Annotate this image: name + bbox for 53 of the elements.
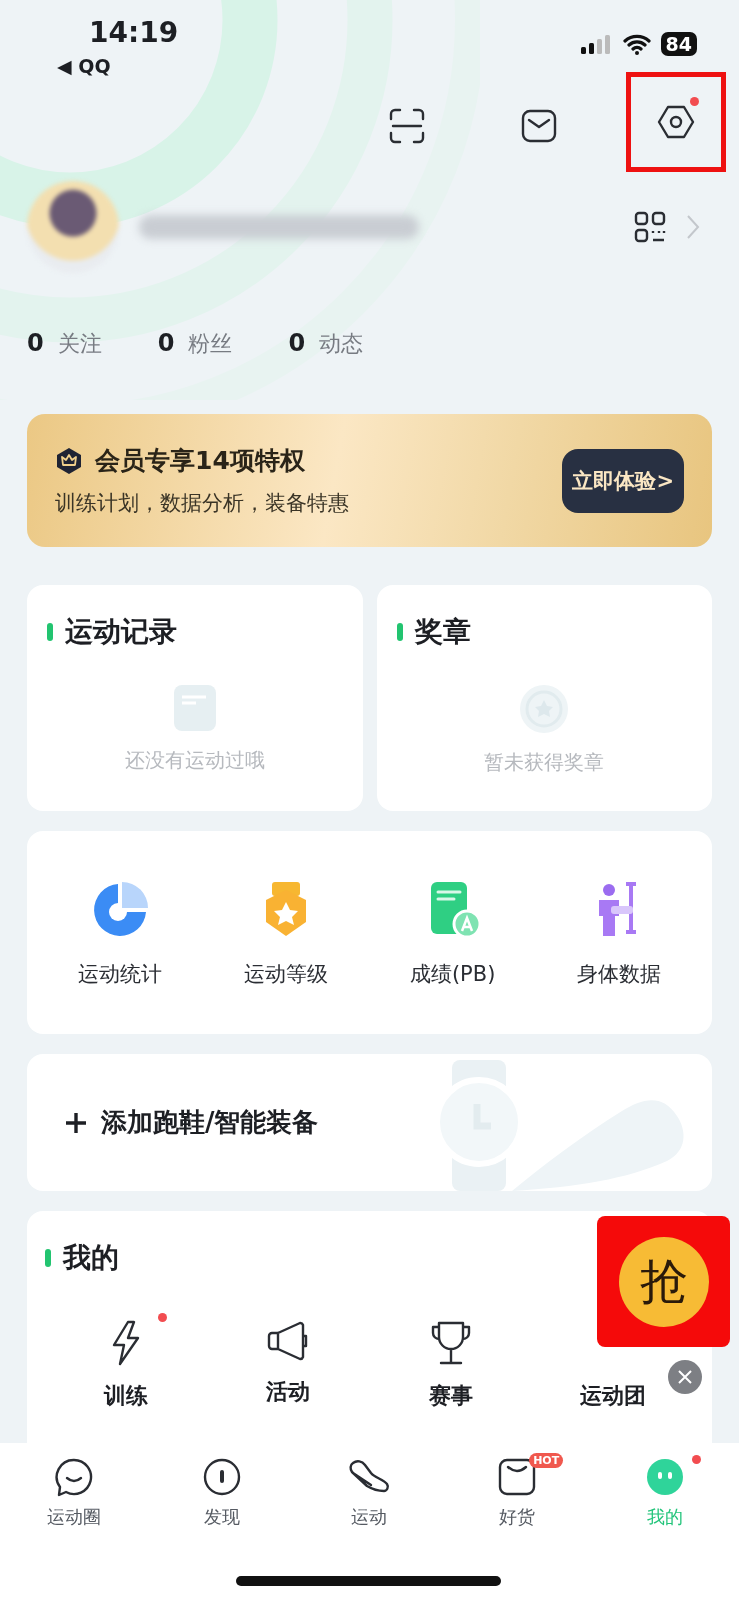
banner-subtitle: 训练计划，数据分析，装备特惠 bbox=[55, 490, 350, 517]
try-now-button[interactable]: 立即体验> bbox=[562, 448, 684, 513]
tool-shortcut[interactable]: 成绩(PB) bbox=[369, 877, 536, 988]
tool-shortcut[interactable]: 身体数据 bbox=[535, 877, 702, 988]
add-device-card[interactable]: 添加跑鞋/智能装备 bbox=[27, 1054, 712, 1191]
battery-level: 84 bbox=[660, 32, 697, 56]
accent-bar bbox=[45, 1249, 51, 1267]
accent-bar bbox=[47, 623, 53, 641]
close-icon bbox=[678, 1370, 692, 1384]
empty-state-text: 暂未获得奖章 bbox=[484, 749, 605, 776]
stat-count[interactable]: 0 bbox=[288, 329, 306, 357]
membership-banner[interactable]: 会员专享14项特权 训练计划，数据分析，装备特惠 立即体验> bbox=[27, 414, 712, 547]
stat-label[interactable]: 动态 bbox=[319, 329, 364, 359]
hot-tag: HOT bbox=[529, 1453, 564, 1468]
stat-count[interactable]: 0 bbox=[157, 329, 175, 357]
wifi-icon bbox=[622, 33, 651, 55]
tab-bar-item[interactable]: 运动 bbox=[295, 1457, 444, 1529]
section-title: 我的 bbox=[63, 1240, 119, 1276]
smiley-face-icon bbox=[645, 1457, 686, 1497]
card-title: 运动记录 bbox=[65, 614, 177, 650]
crown-icon bbox=[55, 446, 83, 475]
empty-state-text: 还没有运动过哦 bbox=[124, 747, 265, 774]
tool-shortcut[interactable]: 运动等级 bbox=[203, 877, 370, 988]
settings-button[interactable] bbox=[626, 72, 726, 172]
empty-list-icon bbox=[171, 683, 218, 733]
empty-medal-icon bbox=[518, 683, 571, 735]
my-feature-item[interactable]: 训练 bbox=[104, 1381, 149, 1411]
qr-code-icon[interactable] bbox=[634, 211, 666, 243]
settings-icon bbox=[657, 103, 695, 141]
status-time: 14:19 bbox=[88, 16, 179, 49]
back-to-app-link[interactable]: ◀ QQ bbox=[57, 55, 179, 77]
my-feature-item[interactable]: 赛事 bbox=[428, 1381, 473, 1411]
mail-icon bbox=[520, 107, 558, 145]
card-title: 奖章 bbox=[414, 614, 471, 650]
tab-bar-item[interactable]: 发现 bbox=[147, 1457, 296, 1529]
signal-icon bbox=[580, 34, 613, 54]
chat-bubble-icon bbox=[53, 1457, 94, 1497]
scan-icon bbox=[388, 107, 426, 145]
tool-shortcut[interactable]: 运动统计 bbox=[37, 877, 204, 988]
accent-bar bbox=[396, 623, 403, 641]
stat-label[interactable]: 关注 bbox=[57, 329, 102, 359]
tab-bar-item[interactable]: 运动圈 bbox=[0, 1457, 148, 1529]
stat-label[interactable]: 粉丝 bbox=[188, 329, 233, 359]
my-feature-item[interactable]: 运动团 bbox=[579, 1381, 646, 1411]
summary-card[interactable]: 奖章 暂未获得奖章 bbox=[376, 585, 712, 811]
add-device-label: 添加跑鞋/智能装备 bbox=[101, 1106, 319, 1139]
stat-count[interactable]: 0 bbox=[27, 329, 44, 357]
plus-icon bbox=[65, 1111, 87, 1134]
summary-card[interactable]: 运动记录 还没有运动过哦 bbox=[27, 585, 363, 811]
banner-title: 会员专享14项特权 bbox=[95, 445, 305, 477]
envelope-button[interactable]: 抢 bbox=[597, 1216, 730, 1347]
my-feature-item[interactable]: 活动 bbox=[266, 1377, 311, 1407]
compass-icon bbox=[201, 1457, 242, 1497]
